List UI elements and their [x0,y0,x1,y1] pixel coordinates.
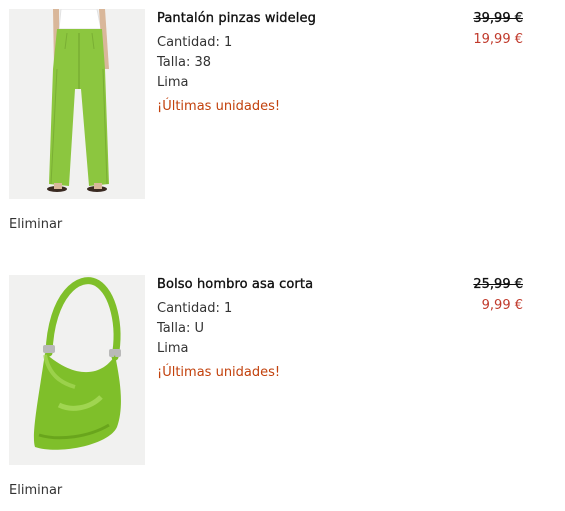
remove-item-button[interactable]: Eliminar [9,483,62,498]
product-color: Lima [157,341,189,356]
price-block: 25,99 € 9,99 € [473,276,523,316]
cart-item: Pantalón pinzas wideleg Cantidad: 1 Tall… [0,0,565,250]
sale-price: 9,99 € [481,298,523,313]
product-color: Lima [157,75,189,90]
product-image-bag[interactable] [9,275,145,465]
sale-price: 19,99 € [473,32,523,47]
trousers-illustration [9,9,145,199]
cart-item: Bolso hombro asa corta Cantidad: 1 Talla… [0,266,565,511]
product-size: Talla: 38 [157,55,211,70]
bag-illustration [9,275,145,465]
original-price: 25,99 € [473,277,523,292]
original-price: 39,99 € [473,11,523,26]
product-info: Pantalón pinzas wideleg Cantidad: 1 Tall… [157,10,447,117]
product-info: Bolso hombro asa corta Cantidad: 1 Talla… [157,276,447,383]
product-quantity: Cantidad: 1 [157,35,233,50]
product-image-trousers[interactable] [9,9,145,199]
cart-items-list: Pantalón pinzas wideleg Cantidad: 1 Tall… [0,0,565,511]
stock-warning: ¡Últimas unidades! [157,365,281,380]
remove-item-button[interactable]: Eliminar [9,217,62,232]
product-quantity: Cantidad: 1 [157,301,233,316]
product-name[interactable]: Bolso hombro asa corta [157,276,447,293]
stock-warning: ¡Últimas unidades! [157,99,281,114]
product-name[interactable]: Pantalón pinzas wideleg [157,10,447,27]
product-size: Talla: U [157,321,204,336]
price-block: 39,99 € 19,99 € [473,10,523,50]
